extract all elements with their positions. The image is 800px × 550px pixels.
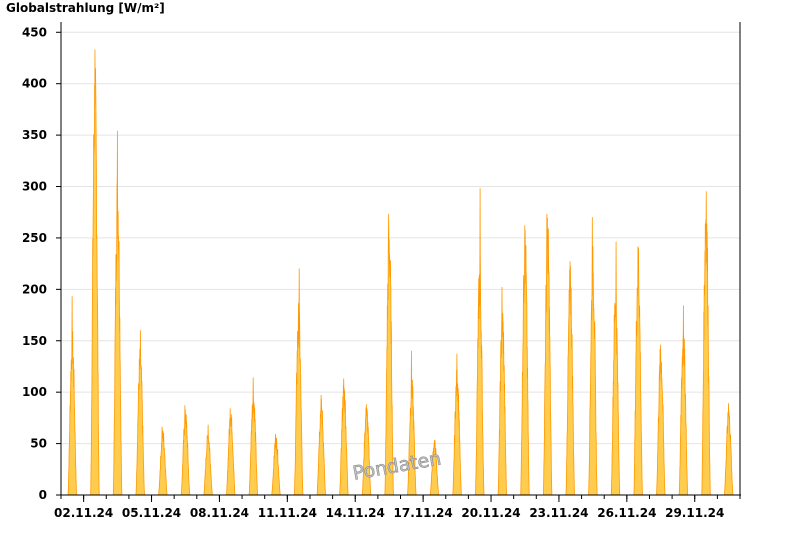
day-area-15.11.24 [384, 213, 394, 496]
day-area-07.11.24 [203, 424, 213, 496]
y-tick-label: 350 [22, 128, 47, 142]
x-tick-label: 20.11.24 [461, 506, 520, 520]
day-area-04.11.24 [135, 330, 145, 496]
x-tick-label: 23.11.24 [529, 506, 588, 520]
day-area-06.11.24 [180, 405, 191, 496]
chart-root: Globalstrahlung [W/m²] 0 50 100 150 200 250 30… [0, 0, 800, 550]
day-area-09.11.24 [248, 377, 259, 496]
day-area-08.11.24 [226, 408, 236, 496]
day-area-03.11.24 [112, 130, 123, 496]
day-area-25.11.24 [610, 241, 621, 496]
day-area-21.11.24 [520, 225, 530, 496]
x-tick-label: 02.11.24 [54, 506, 113, 520]
y-tick-label: 450 [22, 25, 47, 39]
day-area-11.11.24 [293, 268, 304, 496]
day-area-23.11.24 [565, 261, 575, 496]
day-area-01.11.24 [67, 296, 78, 496]
day-area-13.11.24 [339, 378, 349, 496]
day-area-26.11.24 [633, 246, 643, 496]
y-tick-label: 50 [30, 437, 47, 451]
day-area-12.11.24 [316, 394, 326, 496]
day-area-05.11.24 [158, 426, 168, 496]
day-area-02.11.24 [90, 49, 100, 496]
y-tick-label: 250 [22, 231, 47, 245]
y-tick-label: 200 [22, 282, 47, 296]
x-tick-label: 14.11.24 [326, 506, 385, 520]
day-area-30.11.24 [723, 403, 734, 496]
day-area-27.11.24 [656, 344, 666, 496]
x-tick-label: 11.11.24 [258, 506, 317, 520]
day-area-28.11.24 [678, 305, 689, 496]
area-layer [67, 49, 734, 496]
x-tick-label: 29.11.24 [665, 506, 724, 520]
y-tick-label: 400 [22, 77, 47, 91]
chart-svg: 0 50 100 150 200 250 300 350 400 450 02.11.24 05.11… [22, 22, 741, 520]
x-tick-label: 05.11.24 [122, 506, 181, 520]
x-tick-label: 26.11.24 [597, 506, 656, 520]
y-tick-label: 150 [22, 334, 47, 348]
day-area-22.11.24 [542, 213, 553, 496]
y-tick-label: 300 [22, 180, 47, 194]
y-tick-label: 0 [39, 488, 47, 502]
day-area-24.11.24 [588, 216, 598, 496]
day-area-20.11.24 [497, 286, 508, 496]
x-tick-label: 17.11.24 [394, 506, 453, 520]
day-area-29.11.24 [701, 191, 711, 496]
day-area-18.11.24 [452, 353, 462, 496]
y-tick-label: 100 [22, 385, 47, 399]
day-area-19.11.24 [475, 188, 485, 496]
x-tick-label: 08.11.24 [190, 506, 249, 520]
